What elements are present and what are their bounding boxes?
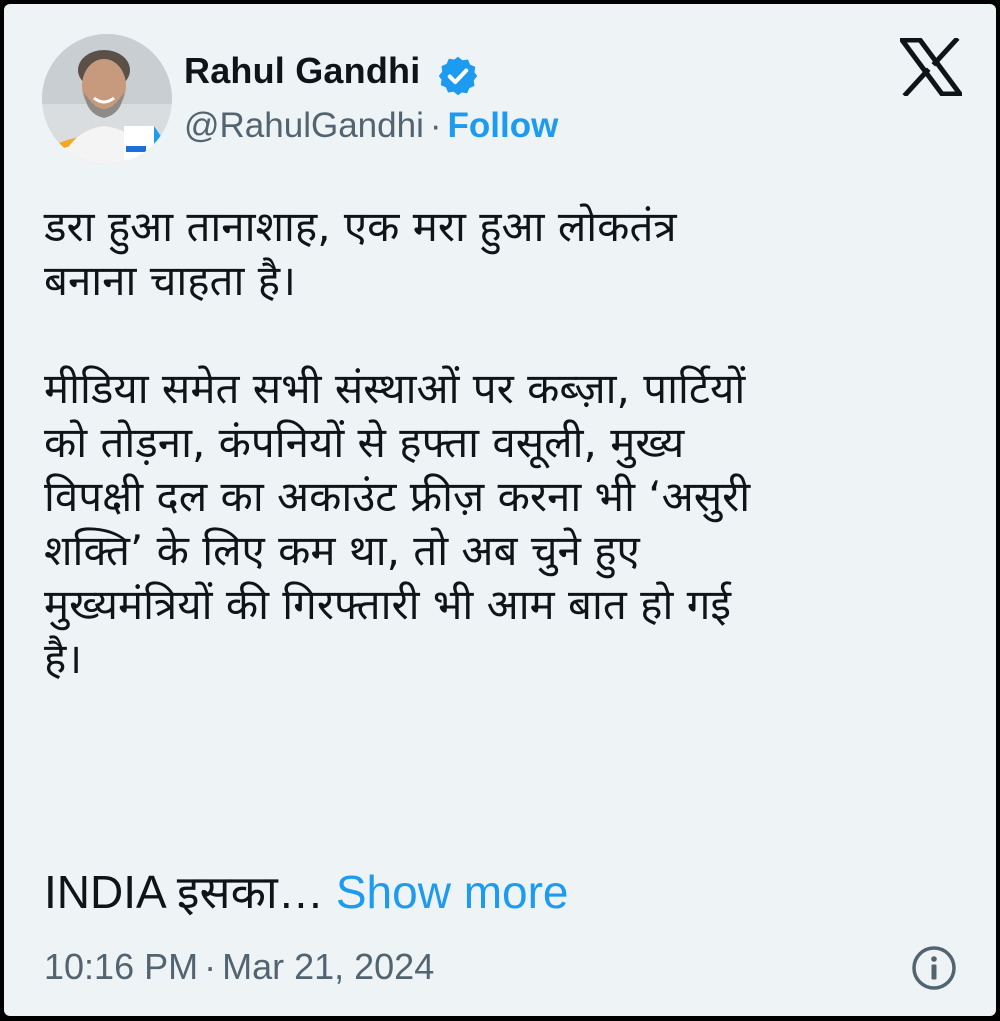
- truncated-text: INDIA इसका…: [44, 866, 324, 918]
- handle-separator: ·: [429, 106, 442, 145]
- tweet-card: Rahul Gandhi @RahulGandhi · Follow डरा हुआ…: [4, 4, 996, 1016]
- tweet-line: विपक्षी दल का अकाउंट फ्रीज़ करना भी ‘असु…: [44, 472, 751, 521]
- tweet-line: मीडिया समेत सभी संस्थाओं पर कब्ज़ा, पार्…: [44, 364, 746, 413]
- tweet-line: को तोड़ना, कंपनियों से हफ्ता वसूली, मुख्…: [44, 418, 685, 467]
- meta-separator: ·: [204, 946, 217, 987]
- follow-button[interactable]: Follow: [448, 106, 559, 145]
- handle-row: @RahulGandhi · Follow: [184, 106, 558, 146]
- avatar[interactable]: [42, 34, 172, 164]
- x-logo-icon[interactable]: [900, 38, 962, 96]
- tweet-time[interactable]: 10:16 PM: [44, 946, 198, 987]
- tweet-meta: 10:16 PM · Mar 21, 2024: [44, 946, 434, 988]
- tweet-line: मुख्यमंत्रियों की गिरफ्तारी भी आम बात हो…: [44, 580, 731, 629]
- tweet-date[interactable]: Mar 21, 2024: [222, 946, 434, 987]
- tweet-line: शक्ति’ के लिए कम था, तो अब चुने हुए: [44, 526, 640, 575]
- author-name[interactable]: Rahul Gandhi: [184, 50, 420, 92]
- author-handle[interactable]: @RahulGandhi: [184, 106, 424, 145]
- info-icon[interactable]: [910, 944, 958, 992]
- tweet-line: है।: [44, 634, 83, 683]
- tweet-line: डरा हुआ तानाशाह, एक मरा हुआ लोकतंत्र: [44, 202, 677, 251]
- tweet-body: डरा हुआ तानाशाह, एक मरा हुआ लोकतंत्र बना…: [44, 200, 964, 686]
- truncated-line: INDIA इसका… Show more: [44, 860, 569, 922]
- verified-badge-icon: [438, 56, 478, 96]
- avatar-photo: [42, 34, 172, 164]
- tweet-line: बनाना चाहता है।: [44, 256, 296, 305]
- show-more-link[interactable]: Show more: [336, 866, 569, 918]
